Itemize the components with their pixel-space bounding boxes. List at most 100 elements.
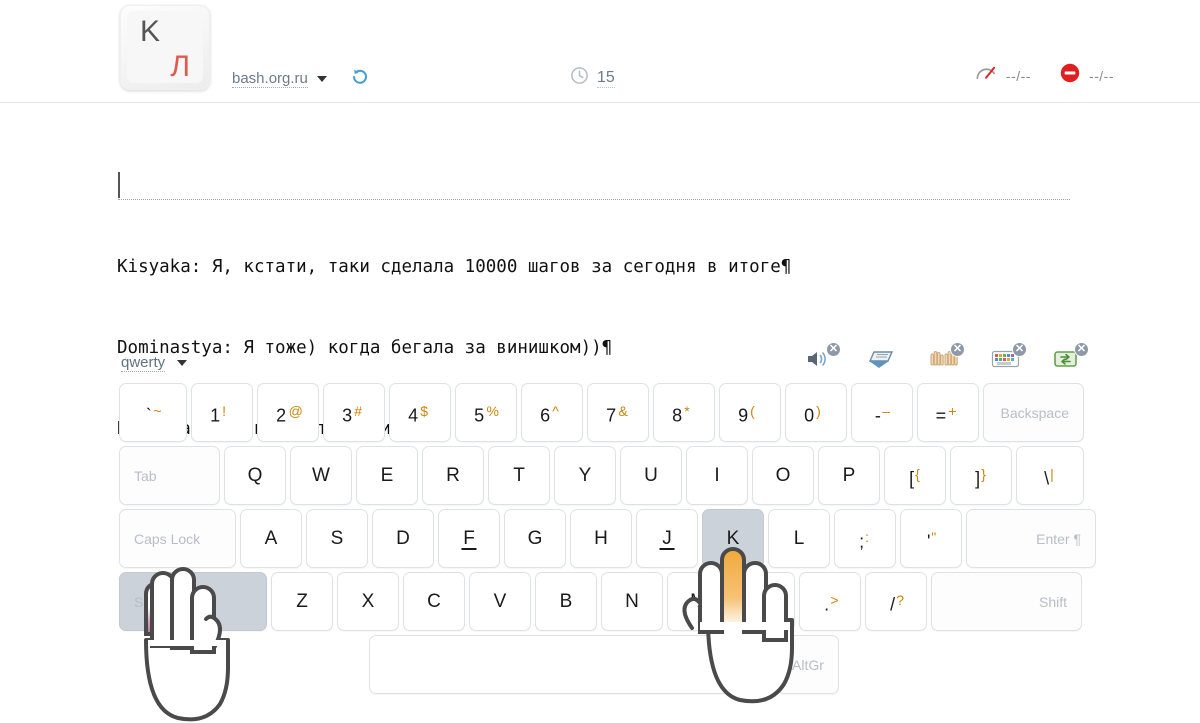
key-shift-label: ^	[552, 402, 559, 419]
key-b[interactable]: B	[535, 572, 597, 631]
disabled-badge: ✕	[826, 342, 841, 357]
key-period[interactable]: . >	[799, 572, 861, 631]
key-c[interactable]: C	[403, 572, 465, 631]
key-l[interactable]: L	[768, 509, 830, 568]
key-swap-off-icon[interactable]: ✕	[1053, 342, 1089, 374]
hands-off-icon[interactable]: ✕	[929, 342, 965, 374]
key-comma[interactable]: , <	[733, 572, 795, 631]
key-shift-label: %	[486, 402, 499, 419]
key-m[interactable]: M	[667, 572, 729, 631]
key-space[interactable]	[369, 635, 773, 694]
key-backslash[interactable]: \ |	[1016, 446, 1084, 505]
key-3[interactable]: 3 #	[323, 383, 385, 442]
key-shift-left[interactable]: Shift	[119, 572, 267, 631]
keyboard-tilt-icon[interactable]	[867, 348, 897, 374]
timer-value[interactable]: 15	[597, 69, 615, 88]
text-source-label[interactable]: bash.org.ru	[232, 70, 308, 88]
key-8[interactable]: 8 *	[653, 383, 715, 442]
key-n[interactable]: N	[601, 572, 663, 631]
key-4[interactable]: 4 $	[389, 383, 451, 442]
key-primary-label: /	[890, 593, 896, 614]
key-tab[interactable]: Tab	[119, 446, 220, 505]
key-label: F	[463, 527, 475, 549]
key-bracketright[interactable]: ]}	[950, 446, 1012, 505]
key-t[interactable]: T	[488, 446, 550, 505]
key-backspace[interactable]: Backspace	[983, 383, 1084, 442]
key-enter[interactable]: Enter ¶	[966, 509, 1096, 568]
key-shift-label: +	[948, 402, 957, 419]
key-p[interactable]: P	[818, 446, 880, 505]
key-w[interactable]: W	[290, 446, 352, 505]
key-label: M	[690, 590, 706, 612]
key-d[interactable]: D	[372, 509, 434, 568]
keyboard-row: Tab Q W E R T Y U I O P[{]} \ |	[119, 446, 1084, 505]
key-7[interactable]: 7 &	[587, 383, 649, 442]
key-label: J	[662, 527, 672, 549]
key-z[interactable]: Z	[271, 572, 333, 631]
key-i[interactable]: I	[686, 446, 748, 505]
key-label: T	[513, 464, 525, 486]
key-capslock[interactable]: Caps Lock	[119, 509, 236, 568]
error-stat: --/--	[1059, 62, 1114, 89]
key-slash[interactable]: /?	[865, 572, 927, 631]
key-q[interactable]: Q	[224, 446, 286, 505]
key-6[interactable]: 6 ^	[521, 383, 583, 442]
key-e[interactable]: E	[356, 446, 418, 505]
key-primary-label: ;	[859, 530, 865, 551]
key-shift-label: (	[750, 402, 755, 419]
reload-icon[interactable]	[350, 66, 370, 91]
keyboard-layout-label[interactable]: qwerty	[121, 354, 166, 372]
chevron-down-icon[interactable]	[177, 360, 188, 366]
color-keys-off-icon[interactable]: ✕	[991, 342, 1027, 374]
key-primary-label: ,	[758, 593, 764, 614]
virtual-keyboard[interactable]: ` ~1! 2 @3 #4 $5% 6 ^ 7 & 8 * 9(0) - – = + Backspace Tab Q W…	[119, 383, 1096, 698]
key-semicolon[interactable]: ;:	[834, 509, 896, 568]
key-shift-label: }	[981, 465, 986, 482]
key-shift-label: #	[354, 402, 363, 419]
key-label: R	[446, 464, 460, 486]
sound-off-icon[interactable]: ✕	[805, 342, 841, 374]
key-shift-label: |	[1050, 465, 1054, 482]
key-primary-label: '	[926, 530, 931, 551]
key-shift-label: ~	[153, 402, 162, 419]
key-2[interactable]: 2 @	[257, 383, 319, 442]
chevron-down-icon[interactable]	[316, 75, 327, 82]
session-timer[interactable]: 15	[570, 66, 615, 90]
key-f[interactable]: F	[438, 509, 500, 568]
keyboard-layout-selector[interactable]: qwerty	[121, 354, 188, 372]
key-a[interactable]: A	[240, 509, 302, 568]
key-1[interactable]: 1!	[191, 383, 253, 442]
key-j[interactable]: J	[636, 509, 698, 568]
key-shift-label: !	[222, 402, 227, 419]
text-source-selector[interactable]: bash.org.ru	[232, 66, 370, 91]
key-g[interactable]: G	[504, 509, 566, 568]
key-k[interactable]: K	[702, 509, 764, 568]
key-quote[interactable]: ' "	[900, 509, 962, 568]
keyboard-row: ` ~1! 2 @3 #4 $5% 6 ^ 7 & 8 * 9(0) - – = + Backspace	[119, 383, 1084, 442]
key-shift-right[interactable]: Shift	[931, 572, 1082, 631]
key-o[interactable]: O	[752, 446, 814, 505]
key-5[interactable]: 5%	[455, 383, 517, 442]
key-h[interactable]: H	[570, 509, 632, 568]
key-r[interactable]: R	[422, 446, 484, 505]
key-9[interactable]: 9(	[719, 383, 781, 442]
key-altgr[interactable]: AltGr	[777, 635, 839, 694]
logo-cyrillic-letter: Л	[170, 50, 190, 83]
key-primary-label: 8	[672, 404, 683, 425]
key-equal[interactable]: = +	[917, 383, 979, 442]
speed-gauge-icon	[975, 63, 998, 88]
key-0[interactable]: 0)	[785, 383, 847, 442]
key-backquote[interactable]: ` ~	[119, 383, 187, 442]
key-minus[interactable]: - –	[851, 383, 913, 442]
key-primary-label: 4	[408, 404, 419, 425]
key-shift-label: :	[865, 528, 870, 545]
key-v[interactable]: V	[469, 572, 531, 631]
key-s[interactable]: S	[306, 509, 368, 568]
key-label: Q	[247, 464, 263, 486]
key-bracketleft[interactable]: [{	[884, 446, 946, 505]
key-label: Z	[296, 590, 308, 612]
key-label: A	[264, 527, 278, 549]
key-x[interactable]: X	[337, 572, 399, 631]
key-y[interactable]: Y	[554, 446, 616, 505]
key-u[interactable]: U	[620, 446, 682, 505]
